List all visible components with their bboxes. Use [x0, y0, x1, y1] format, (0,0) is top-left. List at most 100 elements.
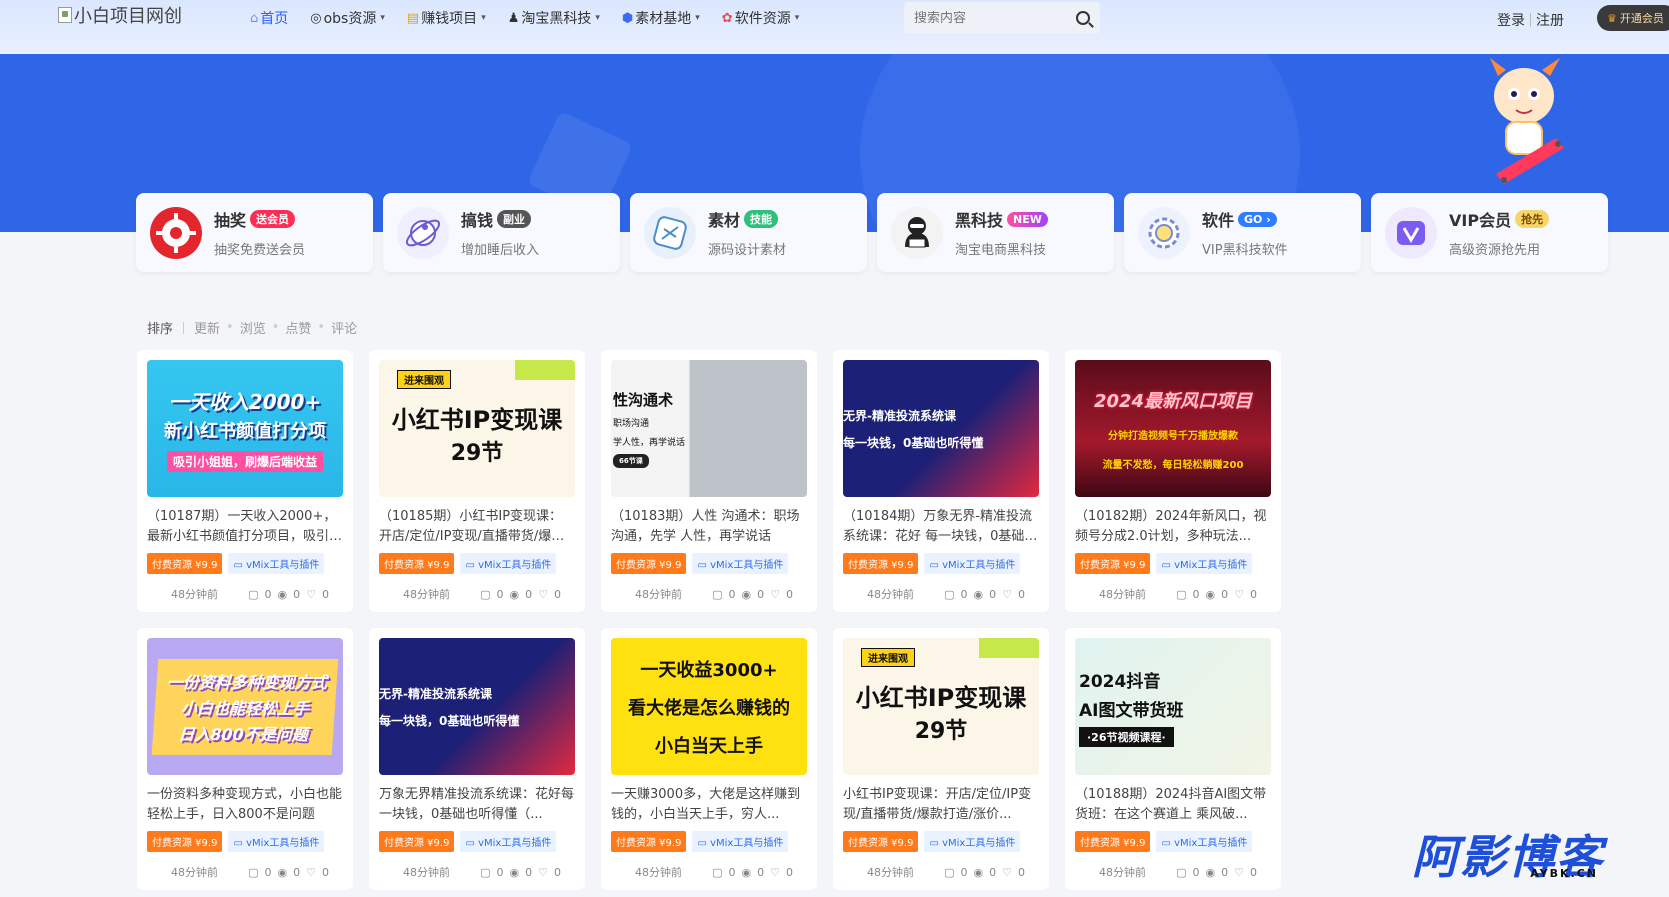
- post-card[interactable]: 进来围观 小红书IP变现课 29节 （10185期）小红书IP变现课：开店/定位…: [369, 350, 585, 612]
- divider: [1530, 13, 1531, 27]
- category-card-hacker[interactable]: 黑科技 NEW 淘宝电商黑科技: [877, 193, 1114, 272]
- planet-icon: [397, 206, 449, 259]
- thumb-text: 一份资料多种变现方式: [166, 672, 328, 692]
- view-icon: ◉: [277, 865, 288, 879]
- category-tag[interactable]: ▭ vMix工具与插件: [460, 553, 557, 574]
- like-icon: ♡: [538, 587, 548, 601]
- like-icon: ♡: [1002, 865, 1012, 879]
- post-thumbnail[interactable]: 无界-精准投流系统课 每一块钱，0基础也听得懂: [379, 638, 575, 775]
- category-card-software[interactable]: 软件 GO › VIP黑科技软件: [1124, 193, 1361, 272]
- post-grid: 一天收入2000+ 新小红书颜值打分项 吸引小姐姐，刷爆后端收益 （10187期…: [137, 350, 1281, 890]
- post-card[interactable]: 一天收益3000+ 看大佬是怎么赚钱的 小白当天上手 一天赚3000多，大佬是这…: [601, 628, 817, 890]
- comment-count: 0: [264, 587, 272, 601]
- post-card[interactable]: 2024最新风口项目 分钟打造视频号千万播放爆款 流量不发愁，每日轻松躺赚200…: [1065, 350, 1281, 612]
- login-link[interactable]: 登录: [1497, 10, 1525, 30]
- post-title[interactable]: （10187期）一天收入2000+，最新小红书颜值打分项目，吸引小姐姐，刷爆后端…: [147, 507, 343, 547]
- site-logo[interactable]: 小白项目网创: [58, 2, 182, 28]
- sort-option-views[interactable]: 浏览: [240, 318, 266, 337]
- category-card-vip[interactable]: VIP会员 抢先 高级资源抢先用: [1371, 193, 1608, 272]
- folder-icon: ▭: [1161, 838, 1175, 849]
- nav-item-software[interactable]: ✿ 软件资源 ▾: [722, 8, 799, 28]
- category-badge: GO ›: [1238, 211, 1277, 227]
- post-thumbnail[interactable]: 一天收入2000+ 新小红书颜值打分项 吸引小姐姐，刷爆后端收益: [147, 360, 343, 497]
- comment-icon: ▢: [1176, 865, 1187, 879]
- post-thumbnail[interactable]: 一份资料多种变现方式 小白也能轻松上手 日入800不是问题: [147, 638, 343, 775]
- post-title[interactable]: 小红书IP变现课：开店/定位/IP变现/直播带货/爆款打造/涨价...: [843, 785, 1039, 825]
- category-tag-label: vMix工具与插件: [1174, 560, 1248, 571]
- search-icon[interactable]: [1076, 11, 1090, 25]
- software-icon: ✿: [721, 10, 733, 26]
- post-title[interactable]: 一份资料多种变现方式，小白也能轻松上手，日入800不是问题: [147, 785, 343, 825]
- like-count: 0: [1250, 865, 1257, 879]
- post-thumbnail[interactable]: 性沟通术 职场沟通 学人性，再学说话 66节课: [611, 360, 807, 497]
- thumb-text: 一天收入2000+: [168, 389, 322, 414]
- like-count: 0: [1250, 587, 1257, 601]
- category-tag[interactable]: ▭ vMix工具与插件: [460, 831, 557, 852]
- sort-option-updated[interactable]: 更新: [194, 318, 220, 337]
- category-subtitle: 源码设计素材: [708, 243, 787, 258]
- post-title[interactable]: （10183期）人性 沟通术：职场沟通，先学 人性，再学说话: [611, 507, 807, 547]
- thumb-text: 吸引小姐姐，刷爆后端收益: [166, 450, 323, 472]
- category-tag[interactable]: ▭ vMix工具与插件: [924, 831, 1021, 852]
- nav-item-money[interactable]: ▤ 赚钱项目 ▾: [407, 8, 486, 28]
- crown-icon: ♛: [1607, 11, 1617, 25]
- chevron-down-icon: ▾: [595, 13, 600, 23]
- post-card[interactable]: 无界-精准投流系统课 每一块钱，0基础也听得懂 万象无界精准投流系统课：花好每一…: [369, 628, 585, 890]
- search-input[interactable]: [914, 10, 1064, 26]
- nav-item-taobao[interactable]: ♟ 淘宝黑科技 ▾: [508, 8, 600, 28]
- category-tag[interactable]: ▭ vMix工具与插件: [692, 831, 789, 852]
- post-card[interactable]: 2024抖音 AI图文带货班 ·26节视频课程· （10188期）2024抖音A…: [1065, 628, 1281, 890]
- nav-item-obs[interactable]: ◎ obs资源 ▾: [310, 8, 385, 28]
- post-thumbnail[interactable]: 进来围观 小红书IP变现课 29节: [379, 360, 575, 497]
- comment-count: 0: [264, 865, 272, 879]
- post-card[interactable]: 一天收入2000+ 新小红书颜值打分项 吸引小姐姐，刷爆后端收益 （10187期…: [137, 350, 353, 612]
- category-card-lottery[interactable]: 抽奖 送会员 抽奖免费送会员: [136, 193, 373, 272]
- post-title[interactable]: （10184期）万象无界-精准投流系统课：花好 每一块钱，0基础也听得懂: [843, 507, 1039, 547]
- like-icon: ♡: [770, 587, 780, 601]
- category-card-material[interactable]: 素材 技能 源码设计素材: [630, 193, 867, 272]
- category-tag[interactable]: ▭ vMix工具与插件: [228, 553, 325, 574]
- category-tag[interactable]: ▭ vMix工具与插件: [1156, 831, 1253, 852]
- post-time: 48分钟前: [635, 866, 682, 879]
- nav-item-home[interactable]: ⌂ 首页: [250, 8, 288, 28]
- comment-icon: ▢: [944, 865, 955, 879]
- category-badge: 抢先: [1515, 210, 1550, 228]
- post-title[interactable]: 一天赚3000多，大佬是这样赚到钱的，小白当天上手，穷人...: [611, 785, 807, 825]
- post-thumbnail[interactable]: 无界-精准投流系统课 每一块钱，0基础也听得懂: [843, 360, 1039, 497]
- category-tag[interactable]: ▭ vMix工具与插件: [692, 553, 789, 574]
- post-thumbnail[interactable]: 2024抖音 AI图文带货班 ·26节视频课程·: [1075, 638, 1271, 775]
- search-box: [904, 2, 1100, 34]
- open-vip-button[interactable]: ♛ 开通会员: [1597, 5, 1669, 31]
- nav-item-material[interactable]: ⬢ 素材基地 ▾: [622, 8, 700, 28]
- post-card[interactable]: 无界-精准投流系统课 每一块钱，0基础也听得懂 （10184期）万象无界-精准投…: [833, 350, 1049, 612]
- category-title: 黑科技: [955, 211, 1004, 230]
- cube-icon: ⬢: [621, 10, 634, 26]
- post-thumbnail[interactable]: 2024最新风口项目 分钟打造视频号千万播放爆款 流量不发愁，每日轻松躺赚200: [1075, 360, 1271, 497]
- like-count: 0: [554, 865, 561, 879]
- sort-option-comments[interactable]: 评论: [331, 318, 357, 337]
- post-thumbnail[interactable]: 一天收益3000+ 看大佬是怎么赚钱的 小白当天上手: [611, 638, 807, 775]
- category-tag[interactable]: ▭ vMix工具与插件: [1156, 553, 1253, 574]
- nav-label: 素材基地: [635, 11, 692, 27]
- register-link[interactable]: 注册: [1536, 10, 1564, 30]
- category-tag[interactable]: ▭ vMix工具与插件: [228, 831, 325, 852]
- post-title[interactable]: （10185期）小红书IP变现课：开店/定位/IP变现/直播带货/爆款打造/涨价…: [379, 507, 575, 547]
- post-card[interactable]: 进来围观 小红书IP变现课 29节 小红书IP变现课：开店/定位/IP变现/直播…: [833, 628, 1049, 890]
- hacker-icon: [891, 206, 943, 259]
- post-card[interactable]: 性沟通术 职场沟通 学人性，再学说话 66节课 （10183期）人性 沟通术：职…: [601, 350, 817, 612]
- comment-icon: ▢: [712, 587, 723, 601]
- post-title[interactable]: 万象无界精准投流系统课：花好每一块钱，0基础也听得懂（...: [379, 785, 575, 825]
- post-thumbnail[interactable]: 进来围观 小红书IP变现课 29节: [843, 638, 1039, 775]
- sort-option-likes[interactable]: 点赞: [285, 318, 311, 337]
- like-count: 0: [1018, 587, 1025, 601]
- post-time: 48分钟前: [403, 866, 450, 879]
- post-title[interactable]: （10182期）2024年新风口，视频号分成2.0计划，多种玩法...: [1075, 507, 1271, 547]
- thumb-text: 新小红书颜值打分项: [164, 420, 326, 442]
- thumb-text: 性沟通术: [613, 391, 674, 409]
- comment-count: 0: [1192, 865, 1200, 879]
- thumb-text: 小白也能轻松上手: [180, 698, 310, 718]
- category-card-money[interactable]: 搞钱 副业 增加睡后收入: [383, 193, 620, 272]
- category-tag[interactable]: ▭ vMix工具与插件: [924, 553, 1021, 574]
- post-title[interactable]: （10188期）2024抖音AI图文带货班：在这个赛道上 乘风破...: [1075, 785, 1271, 825]
- post-card[interactable]: 一份资料多种变现方式 小白也能轻松上手 日入800不是问题 一份资料多种变现方式…: [137, 628, 353, 890]
